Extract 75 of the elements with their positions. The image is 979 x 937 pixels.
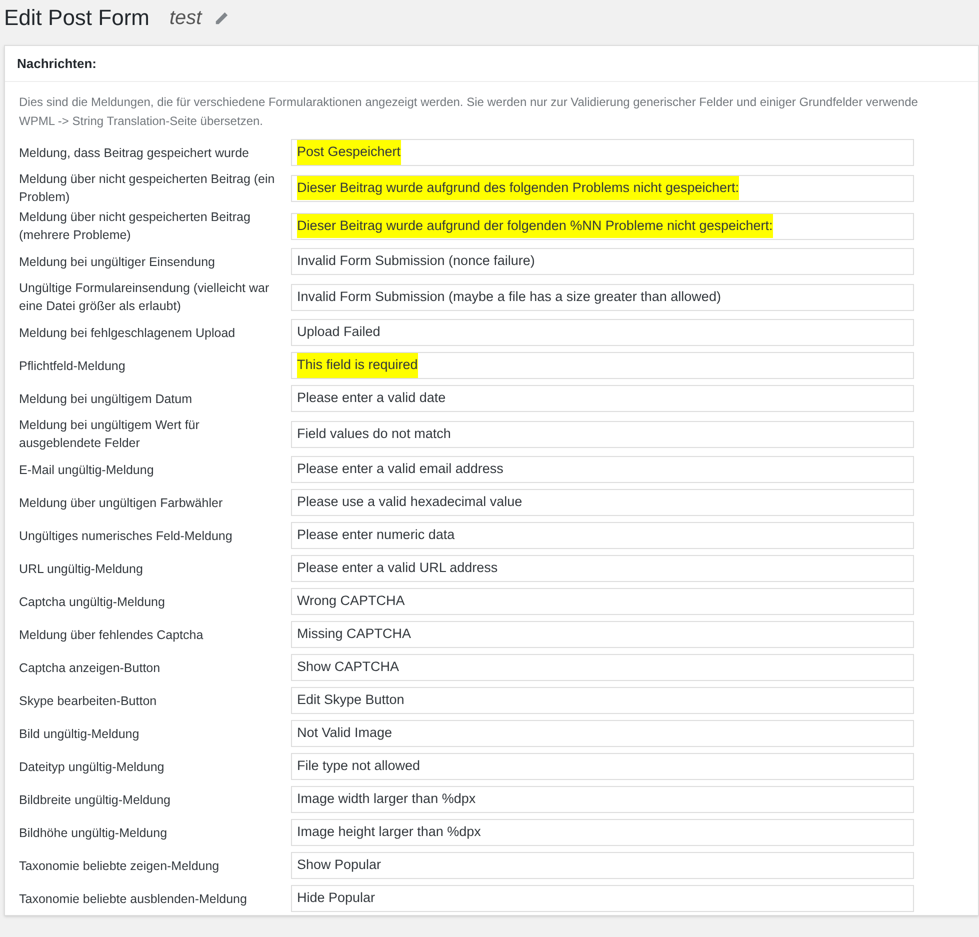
field-label: Captcha ungültig-Meldung [19,594,166,610]
input-value: Please enter numeric data [297,526,455,544]
input-value: This field is required [297,353,418,378]
message-input[interactable]: File type not allowed [291,753,914,780]
field-label: Meldung über fehlendes Captcha [19,626,204,644]
field-label: Captcha anzeigen-Button [19,660,162,676]
field-label: Bild ungültig-Meldung [19,726,140,742]
input-value: Post Gespeichert [297,140,401,165]
message-input[interactable]: Please enter a valid URL address [291,555,914,582]
field-label: URL ungültig-Meldung [19,560,144,578]
field-label: Meldung, dass Beitrag gespeichert wurde [19,144,250,162]
message-input[interactable]: Please enter a valid email address [291,456,914,483]
field-label: Taxonomie beliebte ausblenden-Meldung [19,890,248,908]
input-value: Dieser Beitrag wurde aufgrund des folgenden Problems nicht gespeichert: [297,176,740,200]
message-input[interactable]: Dieser Beitrag wurde aufgrund des folgenden Problems nicht gespeichert: [291,174,914,202]
field-label: Meldung bei ungültigem Wert für ausgeblendete Felder [19,417,200,452]
input-value: Please enter a valid date [297,389,446,408]
message-input[interactable]: Wrong CAPTCHA [291,588,914,615]
input-value: Wrong CAPTCHA [297,592,405,610]
message-input[interactable]: Upload Failed [291,319,914,346]
input-value: Invalid Form Submission (nonce failure) [297,252,535,270]
field-label: Meldung bei ungültigem Datum [19,390,194,408]
input-value: Missing CAPTCHA [297,625,412,644]
field-label: Dateityp ungültig-Meldung [19,758,166,776]
input-value: Please enter a valid email address [297,460,504,478]
message-input[interactable]: Hide Popular [291,885,914,912]
field-label: Skype bearbeiten-Button [19,692,158,710]
message-input[interactable]: Please enter a valid date [291,385,914,412]
message-input[interactable]: Image width larger than %dpx [291,786,914,813]
input-value: Invalid Form Submission (maybe a file has a size greater than allowed) [297,288,721,306]
field-label: Meldung bei ungültiger Einsendung [19,254,216,270]
input-value: File type not allowed [297,757,420,776]
message-input[interactable]: Post Gespeichert [291,139,914,166]
input-value: Edit Skype Button [297,691,404,710]
field-label: Meldung über nicht gespeicherten Beitrag (ein Problem) [19,171,276,206]
message-input[interactable]: This field is required [291,352,914,379]
message-input[interactable]: Please enter numeric data [291,522,914,549]
input-value: Please use a valid hexadecimal value [297,493,522,512]
input-value: Show Popular [297,856,382,874]
message-input[interactable]: Image height larger than %dpx [291,819,914,846]
message-input[interactable]: Invalid Form Submission (maybe a file has a size greater than allowed) [291,284,914,310]
field-label: Meldung über ungültigen Farbwähler [19,494,224,512]
message-input[interactable]: Not Valid Image [291,720,914,747]
field-label: Bildbreite ungültig-Meldung [19,792,172,808]
message-input[interactable]: Please use a valid hexadecimal value [291,489,914,516]
input-value: Upload Failed [297,323,380,342]
section-title: Nachrichten: [17,54,96,73]
form-name: test [169,8,202,28]
field-label: Ungültiges numerisches Feld-Meldung [19,528,234,544]
field-label: Bildhöhe ungültig-Meldung [19,824,168,842]
section-description: Dies sind die Meldungen, die für verschiedene Formularaktionen angezeigt werden. Sie werden nur zur Validierung generischer Felder und einiger Grundfelder verwende [19,94,918,111]
input-value: Not Valid Image [297,724,392,742]
section-description: WPML -> String Translation-Seite übersetzen. [19,113,263,130]
input-value: Image height larger than %dpx [297,823,481,842]
input-value: Hide Popular [297,889,376,908]
input-value: Please enter a valid URL address [297,559,498,578]
field-label: Pflichtfeld-Meldung [19,358,126,374]
message-input[interactable]: Show CAPTCHA [291,654,914,681]
message-input[interactable]: Edit Skype Button [291,687,914,714]
input-value: Field values do not match [297,424,451,443]
field-label: Meldung über nicht gespeicherten Beitrag (mehrere Probleme) [19,209,252,244]
input-value: Dieser Beitrag wurde aufgrund der folgenden %NN Probleme nicht gespeichert: [297,214,773,238]
message-input[interactable]: Show Popular [291,852,914,879]
field-label: Meldung bei fehlgeschlagenem Upload [19,324,236,342]
pencil-icon[interactable] [214,10,229,26]
message-input[interactable]: Dieser Beitrag wurde aufgrund der folgenden %NN Probleme nicht gespeichert: [291,212,914,240]
field-label: Ungültige Formulareinsendung (vielleicht war eine Datei größer als erlaubt) [19,280,270,315]
input-value: Show CAPTCHA [297,658,400,676]
input-value: Image width larger than %dpx [297,790,476,808]
field-label: E-Mail ungültig-Meldung [19,462,155,478]
message-input[interactable]: Field values do not match [291,420,914,448]
message-input[interactable]: Missing CAPTCHA [291,621,914,648]
page-title: Edit Post Form [4,7,150,29]
message-input[interactable]: Invalid Form Submission (nonce failure) [291,248,914,275]
field-label: Taxonomie beliebte zeigen-Meldung [19,858,220,874]
